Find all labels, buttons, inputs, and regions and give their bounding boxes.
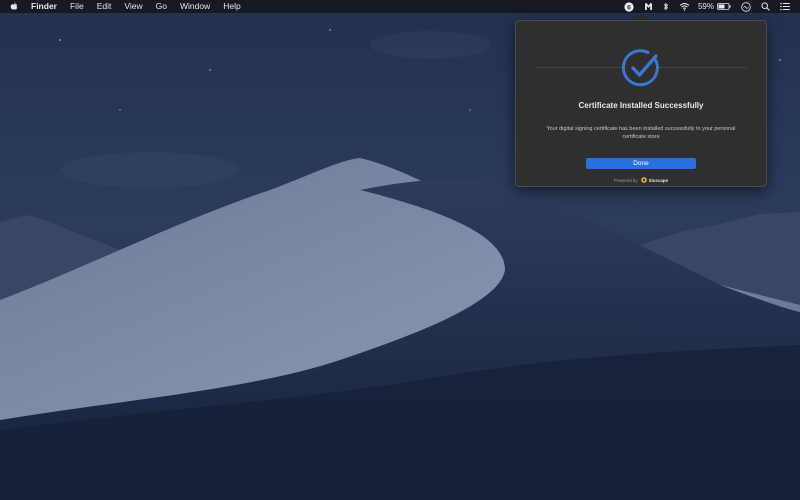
powered-by-label: Powered by xyxy=(613,177,638,183)
svg-text:6: 6 xyxy=(627,4,631,11)
checkmark-circle-icon xyxy=(620,47,662,94)
battery-icon[interactable] xyxy=(717,3,731,10)
popover-message: Your digital signing certificate has bee… xyxy=(546,126,736,140)
divider-right xyxy=(658,67,746,68)
battery-percentage: 59% xyxy=(697,2,714,11)
malwarebytes-icon[interactable] xyxy=(644,2,653,11)
wifi-icon[interactable] xyxy=(679,2,690,11)
menu-go[interactable]: Go xyxy=(156,0,167,13)
menu-edit[interactable]: Edit xyxy=(97,0,112,13)
popover-arrow xyxy=(635,13,649,20)
powered-by: Powered by Sixscape xyxy=(516,177,766,183)
app-badge-icon[interactable]: 6 xyxy=(624,1,634,12)
menu-view[interactable]: View xyxy=(124,0,142,13)
notification-center-icon[interactable] xyxy=(780,2,790,11)
divider-left xyxy=(536,67,624,68)
certificate-popover: Certificate Installed Successfully Your … xyxy=(515,20,767,187)
apple-icon[interactable] xyxy=(10,2,18,11)
menu-bar: Finder File Edit View Go Window Help 6 5… xyxy=(0,0,800,13)
popover-title: Certificate Installed Successfully xyxy=(578,101,704,110)
bluetooth-icon[interactable] xyxy=(663,2,669,11)
menu-finder[interactable]: Finder xyxy=(31,0,57,13)
search-icon[interactable] xyxy=(761,2,770,11)
brand-name: Sixscape xyxy=(648,177,669,183)
menu-window[interactable]: Window xyxy=(180,0,210,13)
menu-help[interactable]: Help xyxy=(223,0,240,13)
done-button[interactable]: Done xyxy=(586,158,696,169)
menu-file[interactable]: File xyxy=(70,0,84,13)
siri-icon[interactable] xyxy=(741,1,751,12)
sixscape-logo-icon xyxy=(640,177,647,183)
